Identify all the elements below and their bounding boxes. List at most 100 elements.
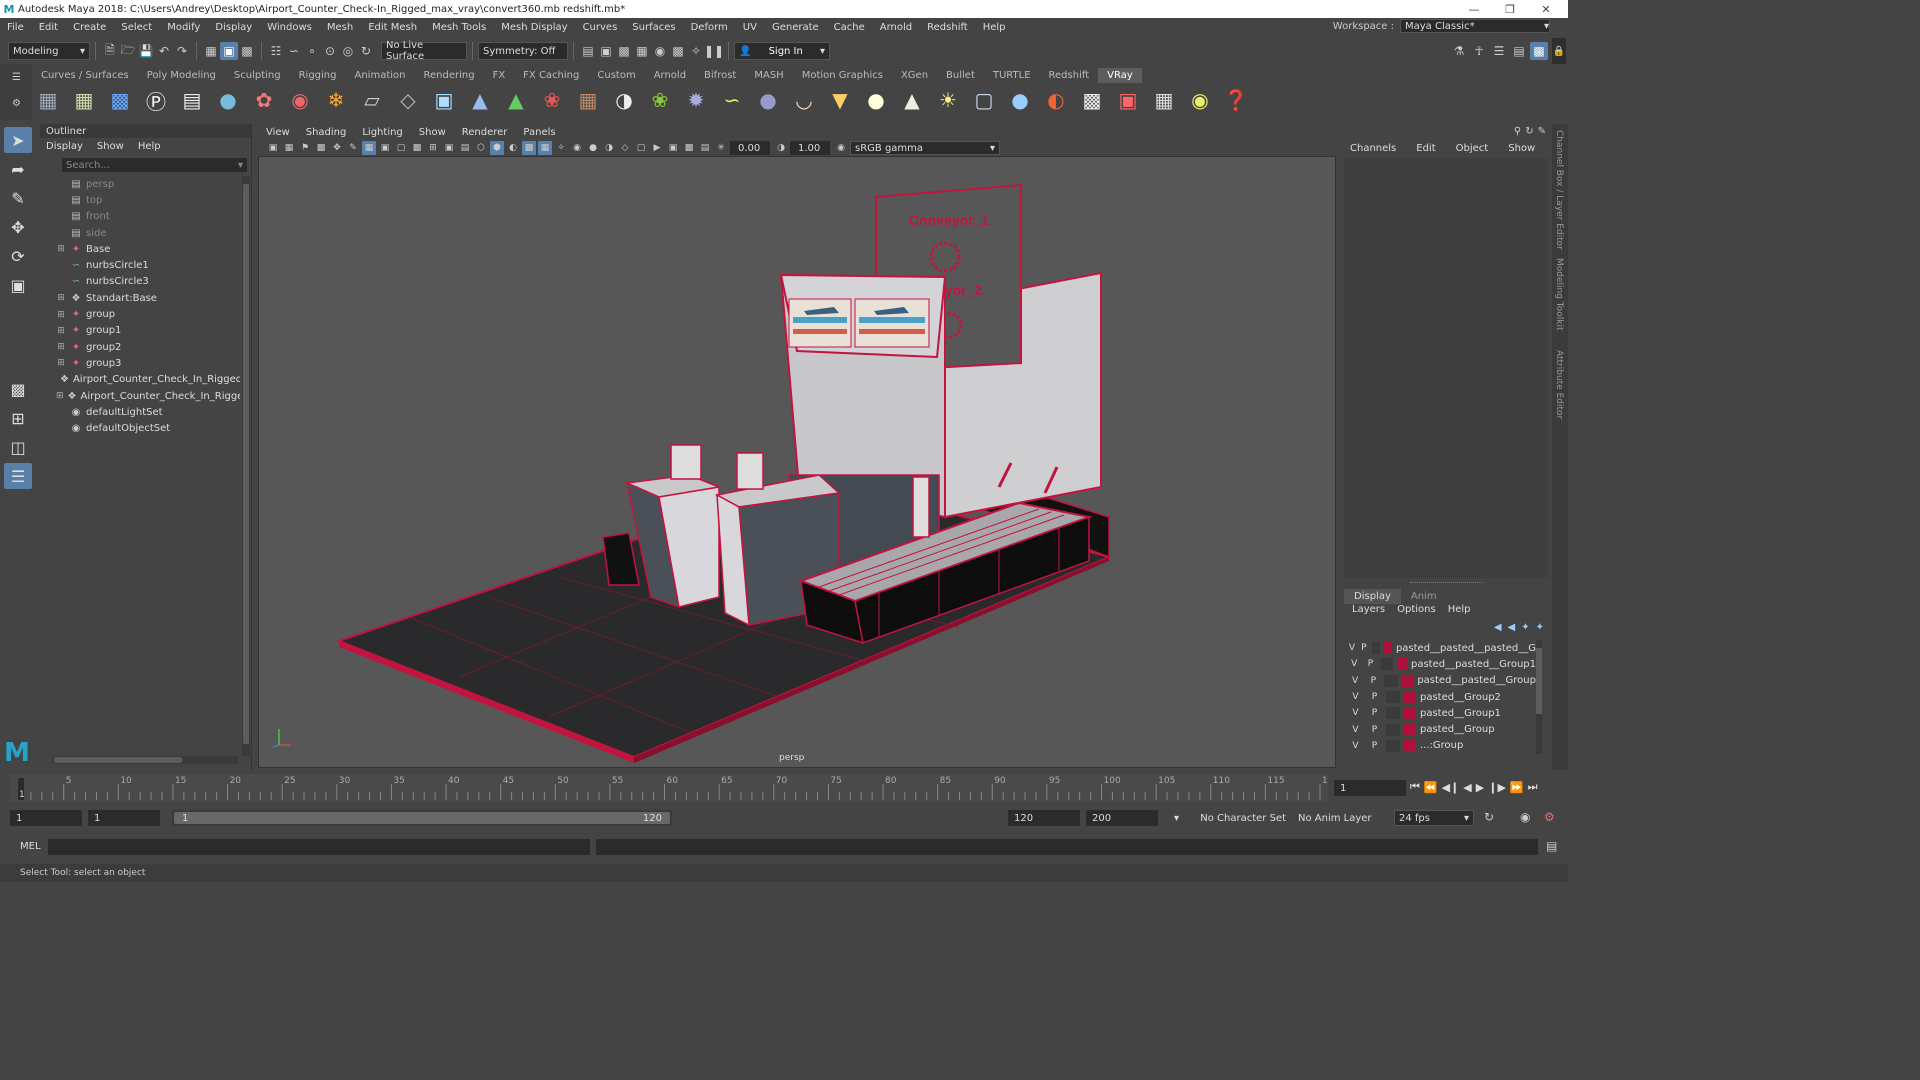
script-language-toggle[interactable]: MEL — [20, 841, 41, 852]
layer-row[interactable]: V Ppasted__Group — [1346, 721, 1536, 737]
vray-decal-icon[interactable]: ▦ — [574, 86, 602, 114]
layer-color-swatch[interactable] — [1404, 723, 1416, 736]
layer-playback-toggle[interactable]: P — [1365, 692, 1384, 702]
view-transform-dropdown[interactable]: sRGB gamma ▾ — [850, 141, 1000, 155]
current-frame-field[interactable]: 1 — [1334, 780, 1406, 796]
layer-playback-toggle[interactable]: P — [1364, 676, 1382, 686]
menu-edit[interactable]: Edit — [32, 22, 66, 33]
viewport-menu-lighting[interactable]: Lighting — [354, 127, 410, 138]
cb-menu-object[interactable]: Object — [1456, 143, 1489, 154]
vray-sun-icon[interactable]: ☀ — [934, 86, 962, 114]
play-backwards-icon[interactable]: ◀ — [1463, 781, 1471, 794]
shelf-settings-icon[interactable]: ⚙ — [12, 98, 21, 109]
menu-select[interactable]: Select — [114, 22, 160, 33]
channel-box-area[interactable] — [1344, 158, 1548, 578]
backface-culling-icon[interactable]: ▤ — [698, 141, 712, 155]
shelf-tab-animation[interactable]: Animation — [346, 68, 415, 83]
playback-end-field[interactable]: 120 — [1008, 810, 1080, 826]
outliner-item[interactable]: ⊞ ✦ group — [40, 306, 240, 322]
mode-dropdown[interactable]: Modeling ▾ — [8, 42, 90, 60]
layer-tab-display[interactable]: Display — [1344, 588, 1401, 604]
layer-type-toggle[interactable] — [1371, 642, 1381, 655]
outliner-item[interactable]: ◉ defaultLightSet — [40, 404, 240, 420]
expand-icon[interactable]: ⊞ — [56, 293, 66, 303]
vray-table-icon[interactable]: ▦ — [1150, 86, 1178, 114]
rotate-tool-icon[interactable]: ⟳ — [4, 243, 32, 269]
wireframe-on-shaded-icon[interactable]: ▩ — [522, 141, 536, 155]
new-layer-selected-icon[interactable]: ✦ — [1536, 622, 1544, 633]
vray-plane-icon[interactable]: ▢ — [970, 86, 998, 114]
menu-edit-mesh[interactable]: Edit Mesh — [361, 22, 425, 33]
side-tab-modeling-toolkit[interactable]: Modeling Toolkit — [1554, 258, 1564, 331]
two-d-pan-icon[interactable]: ✥ — [330, 141, 344, 155]
range-slider-handle[interactable]: 1 120 — [174, 812, 670, 824]
layer-row[interactable]: V Ppasted__pasted__pasted__G — [1346, 640, 1536, 656]
snap-point-icon[interactable]: ∘ — [303, 42, 321, 60]
outliner-item[interactable]: ▤ top — [40, 192, 240, 208]
outliner-item[interactable]: ⊞ ✦ group3 — [40, 355, 240, 371]
vray-grass-icon[interactable]: ❀ — [646, 86, 674, 114]
layer-row[interactable]: V Ppasted__pasted__Group — [1346, 673, 1536, 689]
film-gate-icon[interactable]: ▣ — [378, 141, 392, 155]
shelf-tab-bullet[interactable]: Bullet — [937, 68, 984, 83]
vray-blend-material-icon[interactable]: ✿ — [250, 86, 278, 114]
expand-icon[interactable]: ⊞ — [56, 310, 66, 320]
layer-color-swatch[interactable] — [1396, 658, 1407, 671]
menu-generate[interactable]: Generate — [765, 22, 827, 33]
go-to-start-icon[interactable]: ⏮ — [1410, 780, 1420, 794]
step-back-key-icon[interactable]: ◀❙ — [1442, 781, 1460, 794]
shelf-tab-motion-graphics[interactable]: Motion Graphics — [793, 68, 892, 83]
shelf-tab-bifrost[interactable]: Bifrost — [695, 68, 745, 83]
panel-splitter[interactable] — [1410, 582, 1482, 586]
edit-icon[interactable]: ✎ — [1538, 126, 1546, 137]
vray-light-lister-icon[interactable]: ◉ — [1186, 86, 1214, 114]
vray-ies-light-icon[interactable]: ▲ — [898, 86, 926, 114]
shelf-tab-sculpting[interactable]: Sculpting — [225, 68, 290, 83]
menu-redshift[interactable]: Redshift — [920, 22, 976, 33]
layer-type-toggle[interactable] — [1386, 739, 1400, 752]
scroll-thumb[interactable] — [243, 184, 249, 744]
vray-fire-icon[interactable]: ❄ — [322, 86, 350, 114]
layer-playback-toggle[interactable]: P — [1365, 741, 1384, 751]
layer-visibility-toggle[interactable]: V — [1346, 643, 1358, 653]
exposure-icon[interactable]: ✳ — [714, 141, 728, 155]
default-material-icon[interactable]: ◐ — [506, 141, 520, 155]
vray-proxy-icon[interactable]: ▱ — [358, 86, 386, 114]
layer-row[interactable]: V Ppasted__Group2 — [1346, 689, 1536, 705]
camera-attributes-icon[interactable]: ▦ — [282, 141, 296, 155]
cb-menu-edit[interactable]: Edit — [1416, 143, 1435, 154]
layer-type-toggle[interactable] — [1386, 707, 1400, 720]
new-scene-icon[interactable]: 🗎 — [101, 42, 119, 60]
cb-menu-channels[interactable]: Channels — [1350, 143, 1396, 154]
fps-dropdown[interactable]: 24 fps ▾ — [1394, 810, 1474, 826]
smooth-shade-icon[interactable]: ⬢ — [490, 141, 504, 155]
outliner-item[interactable]: ⊞ ✦ Base — [40, 241, 240, 257]
vray-checker-icon[interactable]: ▩ — [1078, 86, 1106, 114]
refresh-icon[interactable]: ↻ — [1525, 126, 1533, 137]
outliner-item[interactable]: ⊞❖Airport_Counter_Check_In_Rigged_m — [40, 388, 240, 404]
layer-visibility-toggle[interactable]: V — [1346, 692, 1365, 702]
step-forward-key-icon[interactable]: ❙▶ — [1488, 781, 1506, 794]
workspace-dropdown[interactable]: Maya Classic* ▾ — [1400, 19, 1550, 33]
menu-windows[interactable]: Windows — [260, 22, 320, 33]
layer-visibility-toggle[interactable]: V — [1346, 659, 1362, 669]
anim-layer-dropdown[interactable]: No Anim Layer — [1294, 810, 1384, 826]
vray-particles-icon[interactable]: ✹ — [682, 86, 710, 114]
animation-preferences-icon[interactable]: ⚙ — [1544, 810, 1555, 824]
outliner-item[interactable]: ▤ front — [40, 209, 240, 225]
layer-type-toggle[interactable] — [1384, 674, 1398, 687]
motion-blur-icon[interactable]: ◑ — [602, 141, 616, 155]
menu-cache[interactable]: Cache — [827, 22, 873, 33]
vray-fur-icon[interactable]: ❀ — [538, 86, 566, 114]
menu-surfaces[interactable]: Surfaces — [625, 22, 683, 33]
menu-curves[interactable]: Curves — [576, 22, 626, 33]
layer-color-swatch[interactable] — [1404, 739, 1416, 752]
shelf-tab-fx[interactable]: FX — [484, 68, 515, 83]
tool-settings-icon[interactable]: ▤ — [1510, 42, 1528, 60]
expand-icon[interactable]: ⊞ — [56, 391, 64, 401]
maximize-button[interactable]: ❐ — [1494, 0, 1526, 18]
gate-mask-icon[interactable]: ▩ — [410, 141, 424, 155]
move-tool-icon[interactable]: ✥ — [4, 214, 32, 240]
expand-icon[interactable]: ⊞ — [56, 326, 66, 336]
color-management-icon[interactable]: ◉ — [834, 141, 848, 155]
